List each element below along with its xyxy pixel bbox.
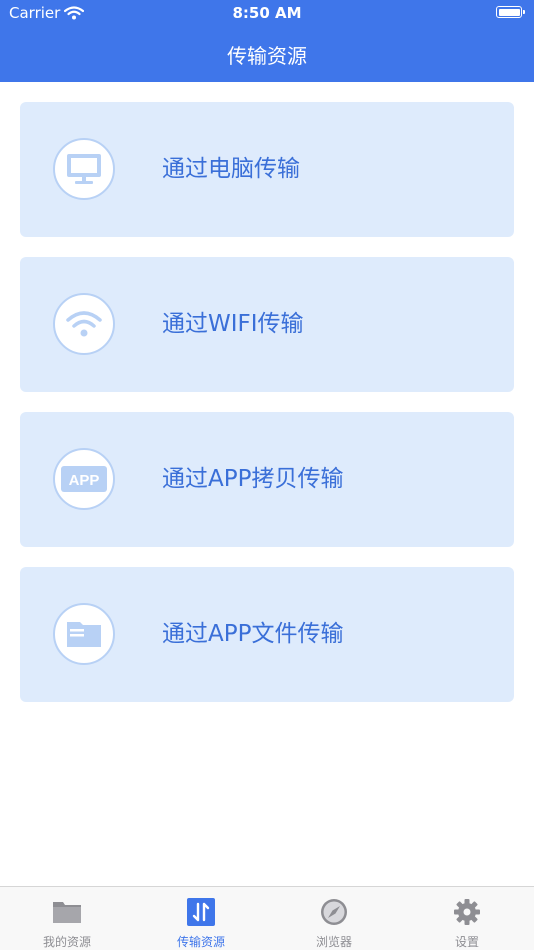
transfer-via-wifi-card[interactable]: 通过WIFI传输 [20, 257, 514, 392]
tab-label: 浏览器 [315, 935, 352, 949]
compass-icon [319, 897, 349, 927]
transfer-via-app-copy-card[interactable]: APP 通过APP拷贝传输 [20, 412, 514, 547]
wifi-icon [53, 293, 115, 355]
tab-browser[interactable]: 浏览器 [267, 887, 401, 951]
nav-header: Carrier 8:50 AM 传输资源 [0, 0, 534, 82]
option-label: 通过APP文件传输 [162, 621, 344, 647]
page-title: 传输资源 [227, 44, 307, 68]
battery-icon [496, 6, 525, 18]
option-label: 通过电脑传输 [162, 156, 300, 182]
folder-icon [53, 603, 115, 665]
app-icon-text: APP [69, 472, 100, 489]
tab-my-resources[interactable]: 我的资源 [0, 887, 134, 951]
monitor-icon [53, 138, 115, 200]
tab-settings[interactable]: 设置 [400, 887, 534, 951]
folder-icon [52, 897, 82, 927]
transfer-via-app-file-card[interactable]: 通过APP文件传输 [20, 567, 514, 702]
tab-label: 我的资源 [42, 935, 91, 949]
transfer-icon [186, 897, 216, 927]
tab-label: 传输资源 [176, 935, 225, 949]
status-time: 8:50 AM [232, 4, 302, 22]
gear-icon [452, 897, 482, 927]
app-icon: APP [53, 448, 115, 510]
tab-label: 设置 [454, 935, 479, 949]
option-label: 通过WIFI传输 [162, 311, 304, 337]
tab-transfer-resources[interactable]: 传输资源 [134, 887, 268, 951]
transfer-via-computer-card[interactable]: 通过电脑传输 [20, 102, 514, 237]
tab-bar: 我的资源 传输资源 浏览器 设置 [0, 886, 534, 950]
option-label: 通过APP拷贝传输 [162, 466, 344, 492]
